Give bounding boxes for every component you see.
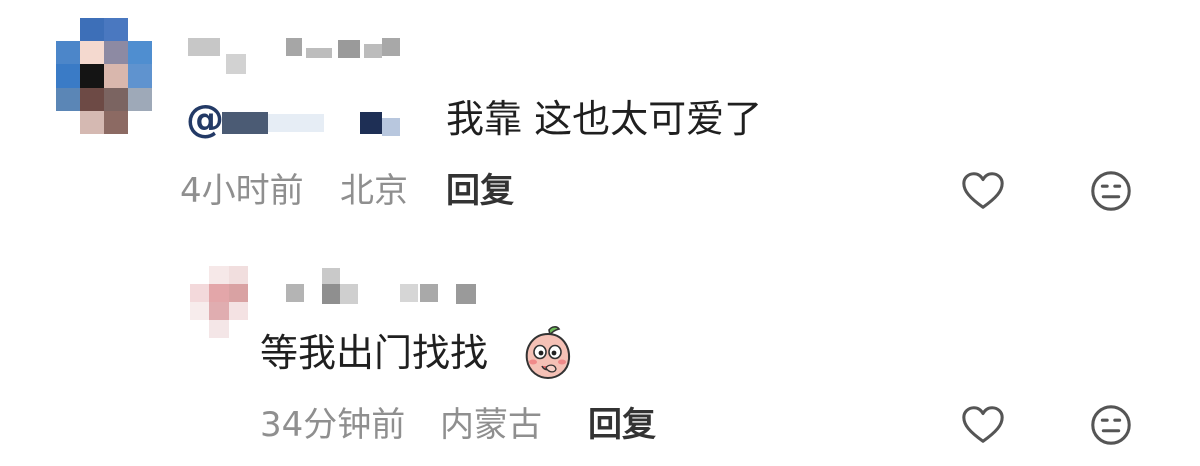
mention-symbol[interactable]: @ (186, 100, 224, 138)
reply-button[interactable]: 回复 (588, 408, 656, 442)
avatar[interactable] (56, 18, 152, 134)
like-button[interactable] (960, 168, 1006, 214)
heart-outline-icon (962, 406, 1004, 443)
avatar[interactable] (190, 266, 248, 338)
comment-text: 我靠 这也太可爱了 (446, 97, 763, 141)
meh-face-icon (1091, 171, 1131, 211)
comment-location: 北京 (340, 171, 408, 211)
comment-text: 等我出门找找 (260, 331, 489, 375)
dislike-button[interactable] (1088, 168, 1134, 214)
meh-face-icon (1091, 405, 1131, 445)
comment-location: 内蒙古 (440, 405, 542, 445)
peach-sticker-icon (522, 324, 574, 380)
comment-time: 4小时前 (180, 171, 304, 211)
like-button[interactable] (960, 402, 1006, 448)
reply-button[interactable]: 回复 (446, 174, 514, 208)
comment-time: 34分钟前 (260, 405, 406, 445)
dislike-button[interactable] (1088, 402, 1134, 448)
heart-outline-icon (962, 172, 1004, 209)
